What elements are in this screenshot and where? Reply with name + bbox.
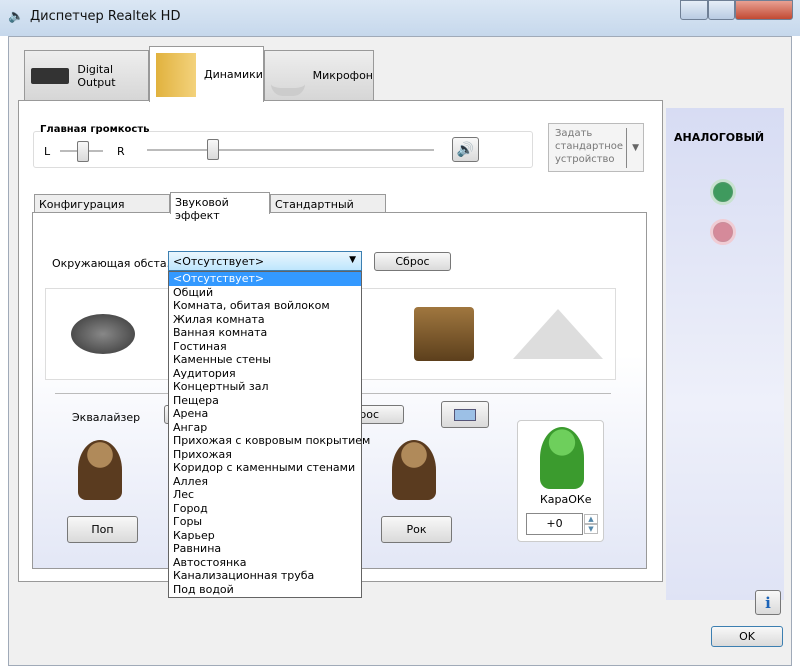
spinner-down-icon[interactable]: ▼ (584, 524, 598, 534)
dropdown-option[interactable]: Горы (169, 515, 361, 529)
dropdown-option[interactable]: Под водой (169, 583, 361, 597)
chevron-down-icon: ▼ (349, 255, 356, 265)
microphone-icon (271, 56, 305, 96)
digital-output-icon (31, 67, 70, 84)
spinner-up-icon[interactable]: ▲ (584, 514, 598, 524)
environment-label: Окружающая обста... (52, 257, 178, 270)
environment-image-box[interactable] (394, 294, 494, 374)
info-icon: i (765, 593, 771, 612)
dropdown-option[interactable]: <Отсутствует> (169, 272, 361, 286)
rock-preset-button[interactable]: Рок (381, 516, 452, 543)
pop-singer-icon (78, 440, 122, 500)
dropdown-option[interactable]: Канализационная труба (169, 569, 361, 583)
dropdown-option[interactable]: Карьер (169, 529, 361, 543)
dropdown-option[interactable]: Гостиная (169, 340, 361, 354)
karaoke-icon (540, 427, 584, 489)
dropdown-option[interactable]: Прихожая с ковровым покрытием (169, 434, 370, 448)
mute-button[interactable]: 🔊 (452, 137, 479, 162)
chevron-down-icon: ▼ (632, 143, 639, 153)
environment-dropdown-list: <Отсутствует> Общий Комната, обитая войлок… (168, 271, 370, 598)
dropdown-option[interactable]: Город (169, 502, 361, 516)
dropdown-option[interactable]: Концертный зал (169, 380, 361, 394)
volume-slider[interactable] (147, 149, 434, 151)
speaker-volume-icon: 🔊 (456, 141, 475, 158)
connector-panel: АНАЛОГОВЫЙ (666, 108, 784, 600)
tab-sound-effect[interactable]: Звуковой эффект (170, 192, 270, 222)
info-button[interactable]: i (755, 590, 781, 615)
minimize-button[interactable] (680, 0, 708, 20)
speakers-icon (156, 52, 196, 97)
tab-default-format[interactable]: Стандартный формат (270, 194, 386, 224)
rock-guitarist-icon (392, 440, 436, 500)
equalizer-icon (454, 408, 476, 421)
dropdown-option[interactable]: Прихожая (169, 448, 361, 462)
dropdown-option[interactable]: Комната, обитая войлоком (169, 299, 361, 313)
pop-preset-button[interactable]: Поп (67, 516, 138, 543)
dropdown-option[interactable]: Ванная комната (169, 326, 361, 340)
dropdown-option[interactable]: Каменные стены (169, 353, 361, 367)
maximize-button[interactable] (708, 0, 735, 20)
dropdown-option[interactable]: Равнина (169, 542, 361, 556)
dropdown-option[interactable]: Жилая комната (169, 313, 361, 327)
default-device-button[interactable]: Задать стандартное устройство ▼ (548, 123, 644, 172)
dropdown-option[interactable]: Общий (169, 286, 361, 300)
dropdown-option[interactable]: Арена (169, 407, 361, 421)
environment-image-pad[interactable] (53, 294, 153, 374)
default-device-label: Задать стандартное устройство (555, 128, 624, 165)
tab-digital-output[interactable]: Digital Output (24, 50, 149, 100)
balance-left-label: L (44, 145, 51, 158)
dropdown-option[interactable]: Лес (169, 488, 361, 502)
dropdown-option[interactable]: Коридор с каменными стенами (169, 461, 361, 475)
connector-panel-title: АНАЛОГОВЫЙ (674, 131, 765, 144)
pink-jack-icon[interactable] (710, 219, 736, 245)
equalizer-label: Эквалайзер (72, 411, 141, 424)
balance-right-label: R (117, 145, 125, 158)
window-title: Диспетчер Realtek HD (30, 9, 181, 24)
ok-button[interactable]: OK (711, 626, 783, 647)
karaoke-pitch-input[interactable]: +0 (526, 513, 583, 535)
tab-microphone[interactable]: Микрофон (264, 50, 374, 100)
close-button[interactable] (735, 0, 793, 20)
dropdown-option[interactable]: Аллея (169, 475, 361, 489)
dropdown-option[interactable]: Автостоянка (169, 556, 361, 570)
green-jack-icon[interactable] (710, 179, 736, 205)
karaoke-label: КараОКе (540, 493, 592, 506)
environment-image-opera-house[interactable] (508, 294, 608, 374)
volume-slider-thumb[interactable] (207, 139, 219, 160)
graphic-equalizer-button[interactable] (441, 401, 489, 428)
volume-title: Главная громкость (40, 124, 150, 135)
dropdown-option[interactable]: Аудитория (169, 367, 361, 381)
speaker-icon: 🔈 (8, 9, 25, 24)
dropdown-option[interactable]: Ангар (169, 421, 361, 435)
window-controls (680, 0, 795, 22)
title-bar: 🔈 Диспетчер Realtek HD (0, 0, 800, 36)
karaoke-box: КараОКе +0 ▲ ▼ (517, 420, 604, 542)
balance-slider-thumb[interactable] (77, 141, 89, 162)
tab-speaker-config[interactable]: Конфигурация динамиков (34, 194, 170, 224)
dropdown-option[interactable]: Пещера (169, 394, 361, 408)
environment-reset-button[interactable]: Сброс (374, 252, 451, 271)
tab-speakers[interactable]: Динамики (149, 46, 264, 102)
environment-select[interactable]: <Отсутствует> ▼ (168, 251, 362, 271)
